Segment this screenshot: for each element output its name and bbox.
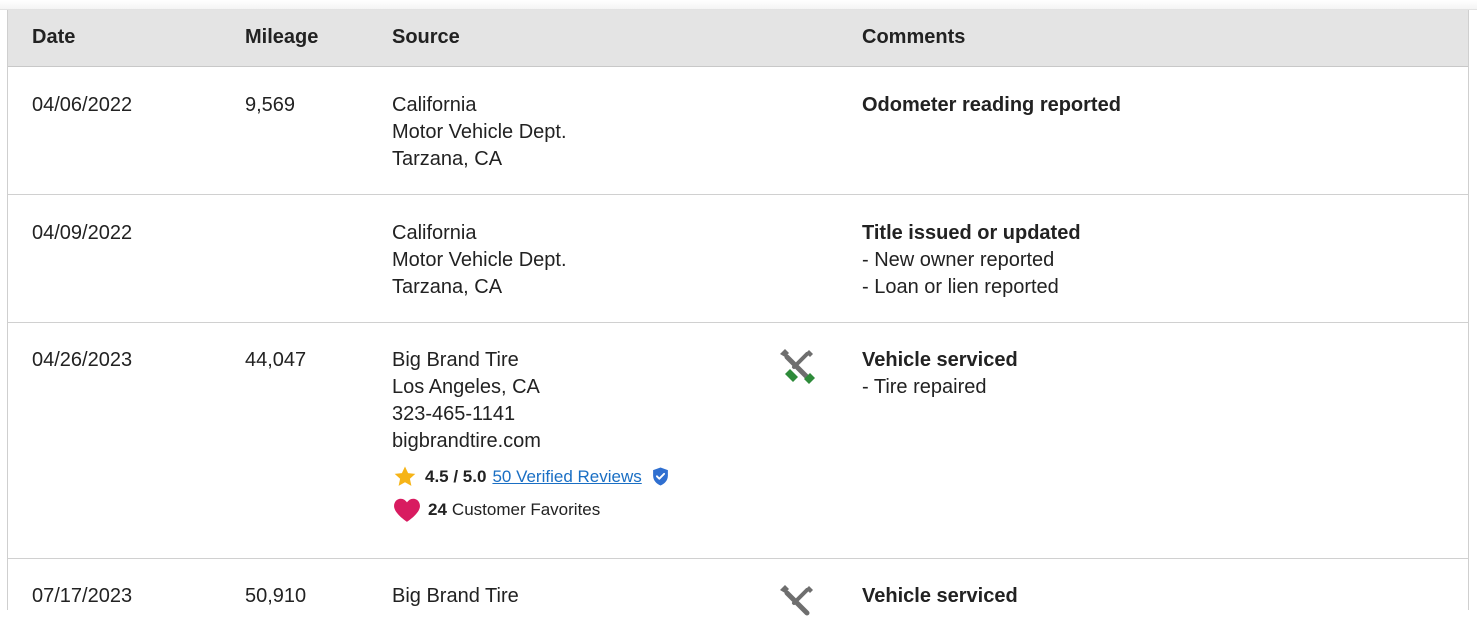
verified-shield-icon bbox=[652, 467, 668, 486]
column-header-mileage: Mileage bbox=[245, 26, 319, 48]
comment-detail: - Loan or lien reported bbox=[862, 276, 1059, 298]
column-header-date: Date bbox=[32, 26, 76, 48]
source-line: Big Brand Tire bbox=[392, 585, 519, 607]
record-mileage: 9,569 bbox=[245, 94, 296, 116]
comment-title: Title issued or updated bbox=[862, 222, 1081, 244]
comment-detail: - New owner reported bbox=[862, 249, 1055, 271]
table-row: 07/17/2023 50,910 Big Brand Tire Vehicle… bbox=[8, 559, 1468, 639]
heart-icon bbox=[394, 498, 420, 522]
table-row: 04/06/2022 9,569 California Motor Vehicl… bbox=[8, 67, 1468, 195]
source-line: Tarzana, CA bbox=[392, 276, 503, 298]
source-line: California bbox=[392, 222, 477, 244]
record-comments: Odometer reading reported bbox=[862, 92, 1121, 119]
record-mileage: 44,047 bbox=[245, 349, 307, 371]
source-line: Motor Vehicle Dept. bbox=[392, 249, 567, 271]
record-source: California Motor Vehicle Dept. Tarzana, … bbox=[392, 92, 567, 173]
source-line: California bbox=[392, 94, 477, 116]
verified-reviews-link[interactable]: 50 Verified Reviews bbox=[492, 463, 641, 490]
column-header-comments: Comments bbox=[862, 26, 966, 48]
comment-title: Odometer reading reported bbox=[862, 94, 1121, 116]
source-line: Big Brand Tire bbox=[392, 349, 519, 371]
source-line: 323-465-1141 bbox=[392, 403, 516, 425]
record-date: 04/09/2022 bbox=[32, 222, 133, 244]
table-row: 04/09/2022 California Motor Vehicle Dept… bbox=[8, 195, 1468, 323]
favorites-count: 24 bbox=[428, 500, 447, 519]
vehicle-history-table: Date Mileage Source Comments 04/06/2022 … bbox=[7, 10, 1469, 616]
record-date: 04/06/2022 bbox=[32, 94, 133, 116]
table-header: Date Mileage Source Comments bbox=[8, 10, 1468, 67]
comment-detail: - Tire repaired bbox=[862, 376, 987, 398]
source-line: Tarzana, CA bbox=[392, 148, 503, 170]
comment-title: Vehicle serviced bbox=[862, 349, 1018, 371]
record-source: Big Brand Tire bbox=[392, 583, 519, 610]
record-source: Big Brand Tire Los Angeles, CA 323-465-1… bbox=[392, 347, 676, 523]
record-date: 04/26/2023 bbox=[32, 349, 133, 371]
favorites-row: 24 Customer Favorites bbox=[392, 496, 676, 523]
star-icon bbox=[394, 466, 416, 486]
favorites-label: Customer Favorites bbox=[451, 500, 601, 519]
column-header-source: Source bbox=[392, 26, 460, 48]
wrench-screwdriver-icon bbox=[780, 585, 813, 616]
service-icon-wrapper bbox=[776, 347, 816, 397]
record-comments: Vehicle serviced - Tire repaired bbox=[862, 347, 1018, 401]
table-row: 04/26/2023 44,047 Big Brand Tire Los Ang… bbox=[8, 323, 1468, 559]
service-icon-wrapper bbox=[776, 583, 816, 633]
record-mileage: 50,910 bbox=[245, 585, 307, 607]
source-line: Motor Vehicle Dept. bbox=[392, 121, 567, 143]
rating-row: 4.5 / 5.0 50 Verified Reviews bbox=[392, 463, 676, 490]
top-edge bbox=[0, 0, 1477, 10]
source-line: bigbrandtire.com bbox=[392, 430, 541, 452]
comment-title: Vehicle serviced bbox=[862, 585, 1018, 607]
record-comments: Title issued or updated - New owner repo… bbox=[862, 220, 1081, 301]
record-comments: Vehicle serviced bbox=[862, 583, 1018, 610]
source-line: Los Angeles, CA bbox=[392, 376, 540, 398]
rating-score: 4.5 / 5.0 bbox=[425, 467, 487, 486]
wrench-screwdriver-icon bbox=[780, 349, 815, 384]
record-source: California Motor Vehicle Dept. Tarzana, … bbox=[392, 220, 567, 301]
record-date: 07/17/2023 bbox=[32, 585, 133, 607]
